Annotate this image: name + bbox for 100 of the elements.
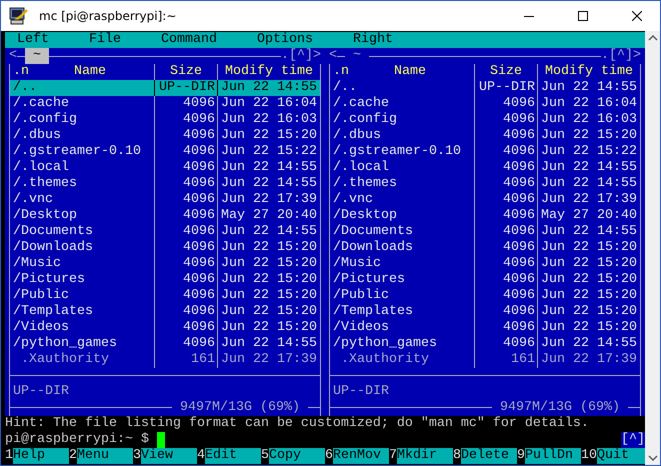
file-size: 4096 [503, 128, 535, 143]
file-time: Jun 22 16:04 [221, 96, 317, 111]
function-key[interactable]: View [141, 448, 197, 464]
file-row[interactable]: /.themes 4096 Jun 22 14:55 [10, 176, 320, 192]
close-icon[interactable] [632, 11, 642, 21]
file-name: /.. [333, 80, 357, 95]
scroll-down-icon[interactable] [648, 455, 658, 461]
function-key[interactable]: Help [13, 448, 69, 464]
file-name: /Downloads [333, 240, 413, 255]
file-time: Jun 22 14:55 [541, 336, 637, 351]
file-row[interactable]: /Music 4096 Jun 22 15:20 [330, 256, 640, 272]
file-row[interactable]: /.local 4096 Jun 22 14:55 [330, 160, 640, 176]
file-row[interactable]: /Templates 4096 Jun 22 15:20 [10, 304, 320, 320]
panel-controls[interactable]: .[^]> [281, 48, 321, 64]
file-name: /.vnc [333, 192, 373, 207]
column-header[interactable]: Name [394, 64, 426, 80]
file-name: /.. [13, 80, 37, 95]
file-row[interactable]: /.cache 4096 Jun 22 16:04 [10, 96, 320, 112]
panel-controls[interactable]: .[^]> [601, 48, 641, 64]
menu-item[interactable]: File [89, 32, 121, 47]
key-number: 1 [5, 448, 13, 464]
file-row[interactable]: /Downloads 4096 Jun 22 15:20 [10, 240, 320, 256]
history-back-button[interactable]: < [9, 48, 17, 64]
file-time: Jun 22 16:03 [541, 112, 637, 127]
file-row[interactable]: /.cache 4096 Jun 22 16:04 [330, 96, 640, 112]
menu-item[interactable]: Left [17, 32, 49, 47]
panel-path: ~ [25, 48, 49, 64]
file-row[interactable]: /Public 4096 Jun 22 15:20 [330, 288, 640, 304]
file-row[interactable]: /Desktop 4096 May 27 20:40 [330, 208, 640, 224]
function-key[interactable]: Edit [205, 448, 261, 464]
file-size: 4096 [503, 336, 535, 351]
key-number: 9 [517, 448, 525, 464]
file-row[interactable]: /Public 4096 Jun 22 15:20 [10, 288, 320, 304]
menu-item[interactable]: Options [257, 32, 313, 47]
file-row[interactable]: /.dbus 4096 Jun 22 15:20 [10, 128, 320, 144]
file-row[interactable]: .Xauthority 161 Jun 22 17:39 [10, 352, 320, 368]
column-header[interactable]: Name [74, 64, 106, 80]
file-size: 4096 [183, 96, 215, 111]
file-size: 4096 [503, 240, 535, 255]
function-key[interactable]: Copy [269, 448, 325, 464]
scrollbar[interactable] [645, 31, 660, 465]
file-time: Jun 22 16:04 [541, 96, 637, 111]
file-size: 4096 [183, 208, 215, 223]
file-time: Jun 22 15:20 [541, 128, 637, 143]
file-size: 4096 [183, 272, 215, 287]
column-header[interactable]: Size [170, 64, 202, 80]
function-key[interactable]: Menu [77, 448, 133, 464]
function-key[interactable]: PullDn [525, 448, 581, 464]
file-row[interactable]: /.themes 4096 Jun 22 14:55 [330, 176, 640, 192]
file-row[interactable]: /.. UP--DIR Jun 22 14:55 [10, 80, 320, 96]
file-size: UP--DIR [479, 80, 535, 95]
file-row[interactable]: /Documents 4096 Jun 22 14:55 [330, 224, 640, 240]
file-row[interactable]: /.config 4096 Jun 22 16:03 [10, 112, 320, 128]
function-key[interactable]: Quit [597, 448, 645, 464]
file-row[interactable]: /Templates 4096 Jun 22 15:20 [330, 304, 640, 320]
file-row[interactable]: /Music 4096 Jun 22 15:20 [10, 256, 320, 272]
sort-indicator[interactable]: .n [13, 64, 29, 80]
file-row[interactable]: /Pictures 4096 Jun 22 15:20 [10, 272, 320, 288]
file-time: Jun 22 14:55 [221, 336, 317, 351]
file-name: /python_games [333, 336, 437, 351]
file-time: Jun 22 15:20 [221, 256, 317, 271]
file-size: 4096 [183, 336, 215, 351]
file-row[interactable]: /.vnc 4096 Jun 22 17:39 [10, 192, 320, 208]
scroll-marker[interactable]: [^] [621, 432, 645, 448]
file-row[interactable]: /.vnc 4096 Jun 22 17:39 [330, 192, 640, 208]
function-key[interactable]: Mkdir [397, 448, 453, 464]
function-key[interactable]: RenMov [333, 448, 389, 464]
file-row[interactable]: /.dbus 4096 Jun 22 15:20 [330, 128, 640, 144]
column-header[interactable]: Modify time [225, 64, 313, 80]
terminal-app-icon [9, 6, 31, 26]
column-header[interactable]: Size [490, 64, 522, 80]
key-number: 10 [581, 448, 597, 464]
key-number: 8 [453, 448, 461, 464]
menu-item[interactable]: Command [161, 32, 217, 47]
file-size: 4096 [503, 304, 535, 319]
shell-prompt: pi@raspberrypi:~ $ [5, 432, 149, 448]
file-row[interactable]: /.gstreamer-0.10 4096 Jun 22 15:22 [10, 144, 320, 160]
sort-indicator[interactable]: .n [333, 64, 349, 80]
column-header[interactable]: Modify time [545, 64, 633, 80]
file-row[interactable]: /Desktop 4096 May 27 20:40 [10, 208, 320, 224]
scroll-up-icon[interactable] [648, 35, 658, 41]
file-row[interactable]: /.gstreamer-0.10 4096 Jun 22 15:22 [330, 144, 640, 160]
file-row[interactable]: .Xauthority 161 Jun 22 17:39 [330, 352, 640, 368]
function-key[interactable]: Delete [461, 448, 517, 464]
file-row[interactable]: /.local 4096 Jun 22 14:55 [10, 160, 320, 176]
file-row[interactable]: /Videos 4096 Jun 22 15:20 [10, 320, 320, 336]
menu-item[interactable]: Right [353, 32, 393, 47]
file-row[interactable]: /.. UP--DIR Jun 22 14:55 [330, 80, 640, 96]
maximize-icon[interactable] [578, 11, 588, 21]
file-size: 4096 [183, 176, 215, 191]
file-size: 4096 [183, 224, 215, 239]
file-row[interactable]: /.config 4096 Jun 22 16:03 [330, 112, 640, 128]
file-row[interactable]: /python_games 4096 Jun 22 14:55 [10, 336, 320, 352]
file-row[interactable]: /python_games 4096 Jun 22 14:55 [330, 336, 640, 352]
file-row[interactable]: /Videos 4096 Jun 22 15:20 [330, 320, 640, 336]
file-row[interactable]: /Pictures 4096 Jun 22 15:20 [330, 272, 640, 288]
history-back-button[interactable]: < [329, 48, 337, 64]
file-size: 4096 [183, 304, 215, 319]
file-row[interactable]: /Downloads 4096 Jun 22 15:20 [330, 240, 640, 256]
file-row[interactable]: /Documents 4096 Jun 22 14:55 [10, 224, 320, 240]
